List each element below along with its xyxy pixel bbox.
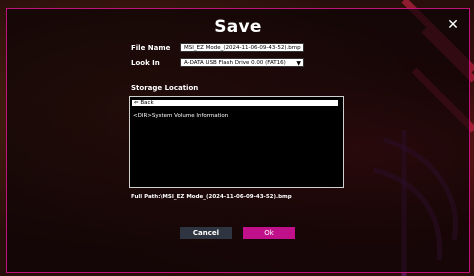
look-in-value: A-DATA USB Flash Drive 0.00 (FAT16) (184, 60, 286, 66)
full-path-text: Full Path:\MSI_EZ Mode_(2024-11-06-09-43… (131, 194, 292, 200)
storage-list[interactable]: ⇐ Back <DIR>System Volume Information (129, 96, 344, 188)
file-name-input[interactable]: MSI_EZ Mode_(2024-11-06-09-43-52).bmp (180, 43, 304, 52)
file-name-label: File Name (131, 44, 171, 52)
cancel-button[interactable]: Cancel (180, 227, 232, 239)
chevron-down-icon: ▼ (296, 60, 301, 67)
list-item-back[interactable]: ⇐ Back (132, 100, 338, 106)
look-in-label: Look In (131, 59, 160, 67)
look-in-select[interactable]: A-DATA USB Flash Drive 0.00 (FAT16) ▼ (180, 58, 304, 67)
list-item-dir[interactable]: <DIR>System Volume Information (133, 113, 228, 119)
dialog-title: Save (214, 17, 262, 37)
storage-location-label: Storage Location (131, 84, 199, 92)
ok-button[interactable]: Ok (243, 227, 295, 239)
close-icon[interactable]: ✕ (445, 17, 461, 33)
